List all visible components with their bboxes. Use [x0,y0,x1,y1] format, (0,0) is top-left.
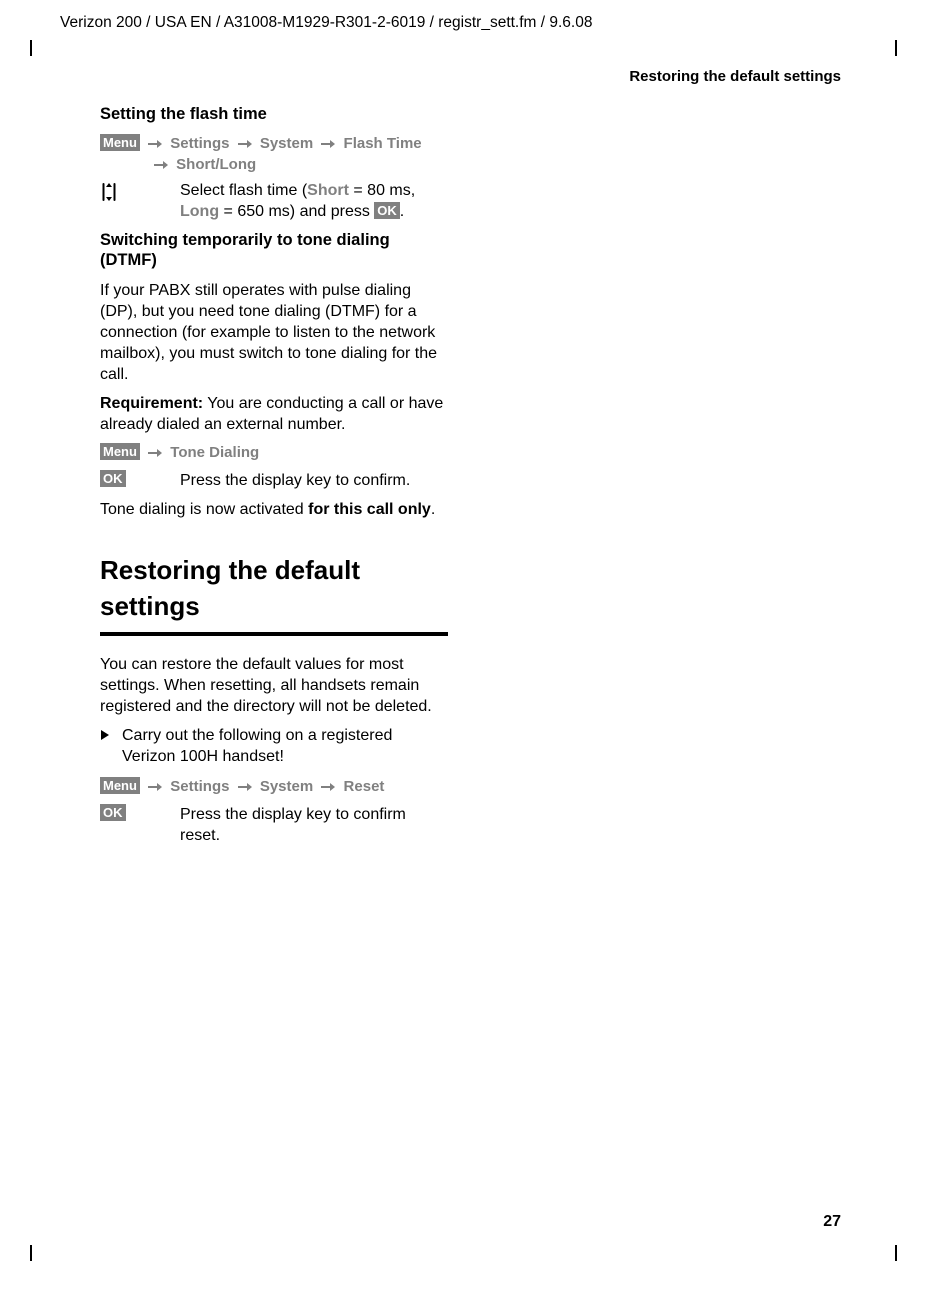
step-ok-confirm-dtmf: OK Press the display key to confirm. [100,470,450,491]
text: . [400,203,404,220]
menu-key-label: Menu [100,134,140,151]
arrow-icon [234,777,256,796]
crop-mark [30,40,32,56]
step-text: Select flash time (Short = 80 ms, Long =… [180,180,450,222]
menu-path-flash-time-line2: Short/Long [100,155,450,174]
text-bold: for this call only [308,501,431,518]
text: . [431,501,435,518]
arrow-icon [144,777,166,796]
short-label: Short [307,182,349,199]
crop-mark [30,1245,32,1261]
crop-mark [895,1245,897,1261]
step-text: Press the display key to confirm. [180,470,450,491]
menu-key-label: Menu [100,443,140,460]
running-head: Restoring the default settings [629,68,841,85]
arrow-icon [150,155,172,174]
section-title-rule [100,632,448,636]
up-down-navkey-icon [100,181,118,203]
text: = 80 ms, [349,182,415,199]
bullet-triangle-icon [100,725,122,767]
document-path-header: Verizon 200 / USA EN / A31008-M1929-R301… [60,14,592,32]
ok-key-label: OK [100,804,126,821]
ok-key-label: OK [100,470,126,487]
path-segment: System [260,135,313,152]
path-segment: Settings [170,778,229,795]
arrow-icon [144,134,166,153]
restore-paragraph-1: You can restore the default values for m… [100,654,450,717]
long-label: Long [180,203,219,220]
path-segment: System [260,778,313,795]
menu-path-tone-dialing: Menu Tone Dialing [100,443,450,462]
page-number: 27 [823,1213,841,1231]
dtmf-paragraph-1: If your PABX still operates with pulse d… [100,280,450,385]
heading-dtmf: Switching temporarily to tone dialing (D… [100,230,450,270]
menu-key-label: Menu [100,777,140,794]
arrow-icon [234,134,256,153]
heading-flash-time: Setting the flash time [100,104,450,124]
dtmf-result: Tone dialing is now activated for this c… [100,499,450,520]
menu-path-flash-time: Menu Settings System Flash Time [100,134,450,153]
dtmf-requirement: Requirement: You are conducting a call o… [100,393,450,435]
menu-path-reset: Menu Settings System Reset [100,777,450,796]
crop-mark [895,40,897,56]
step-ok-confirm-reset: OK Press the display key to confirm rese… [100,804,450,846]
content-column: Setting the flash time Menu Settings Sys… [100,104,450,854]
section-title-restore: Restoring the default settings [100,552,450,624]
arrow-icon [317,777,339,796]
text: Select flash time ( [180,182,307,199]
step-text: Press the display key to confirm reset. [180,804,450,846]
arrow-icon [317,134,339,153]
page: Verizon 200 / USA EN / A31008-M1929-R301… [0,0,933,1301]
path-segment: Tone Dialing [170,444,259,461]
path-segment: Flash Time [344,135,422,152]
path-segment: Settings [170,135,229,152]
arrow-icon [144,443,166,462]
step-select-flash-time: Select flash time (Short = 80 ms, Long =… [100,180,450,222]
path-segment: Short/Long [176,156,256,173]
text: = 650 ms) and press [219,203,374,220]
requirement-label: Requirement: [100,395,203,412]
path-segment: Reset [344,778,385,795]
text: Tone dialing is now activated [100,501,308,518]
ok-key-label: OK [374,202,400,219]
restore-bullet: Carry out the following on a registered … [100,725,450,767]
bullet-text: Carry out the following on a registered … [122,725,450,767]
